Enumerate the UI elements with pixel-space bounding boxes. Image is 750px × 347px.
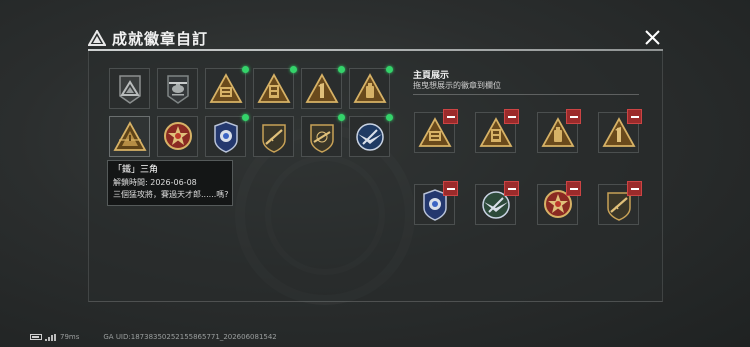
gold-number-one-triangle-badge-icon	[305, 73, 339, 103]
gold-canister-triangle-badge-icon	[353, 73, 387, 103]
red-gold-star-medal-badge-icon	[164, 122, 192, 150]
badge-gold-tower-triangle[interactable]	[253, 66, 297, 109]
remove-badge-button[interactable]	[566, 109, 581, 124]
new-indicator-dot	[386, 66, 393, 73]
showcase-slot-3[interactable]	[537, 109, 581, 153]
remove-badge-button[interactable]	[443, 109, 458, 124]
tooltip-description: 三個猛攻將，賽過天才郎......嗎?	[113, 190, 229, 199]
uid-text: GA UID:187383502521558657​71_20260608154…	[103, 333, 277, 341]
delta-logo-icon	[88, 30, 106, 46]
showcase-slot-1[interactable]	[414, 109, 458, 153]
minus-icon	[446, 115, 455, 118]
new-indicator-dot	[386, 114, 393, 121]
close-x-icon	[645, 30, 660, 45]
showcase-slot-7[interactable]	[537, 181, 581, 225]
showcase-slot-4[interactable]	[598, 109, 642, 153]
rifle-shield-crest-badge-icon	[310, 124, 334, 153]
badge-gold-supply-triangle[interactable]	[205, 66, 249, 109]
gray-triangle-badge-icon	[119, 75, 141, 104]
signal-icon	[45, 333, 56, 341]
new-indicator-dot	[338, 66, 345, 73]
remove-badge-button[interactable]	[504, 109, 519, 124]
badge-tooltip: 「鐵」三角 解鎖時間: 2026-06-08 三個猛攻將，賽過天才郎......…	[107, 160, 233, 206]
window-title: 成就徽章自訂	[112, 29, 209, 48]
new-indicator-dot	[338, 114, 345, 121]
badge-red-gold-star-medal[interactable]	[157, 116, 198, 157]
badge-gold-number-one-triangle[interactable]	[301, 66, 345, 109]
rifle-shield-badge-icon	[262, 124, 286, 153]
remove-badge-button[interactable]	[627, 109, 642, 124]
minus-icon	[630, 115, 639, 118]
showcase-slot-8[interactable]	[598, 181, 642, 225]
badge-gold-hazard-triangle[interactable]	[109, 116, 150, 157]
showcase-divider	[413, 94, 639, 95]
close-button[interactable]	[643, 28, 662, 47]
remove-badge-button[interactable]	[504, 181, 519, 196]
badge-gray-triangle[interactable]	[109, 68, 150, 109]
badge-helicopter[interactable]	[157, 68, 198, 109]
blue-wings-crest-badge-icon	[356, 123, 384, 151]
showcase-slot-6[interactable]	[475, 181, 519, 225]
showcase-slot-5[interactable]	[414, 181, 458, 225]
tooltip-unlock-time: 解鎖時間: 2026-06-08	[113, 177, 227, 189]
minus-icon	[446, 187, 455, 190]
gold-hazard-triangle-badge-icon	[113, 121, 147, 151]
showcase-slot-2[interactable]	[475, 109, 519, 153]
status-bar: 79ms GA UID:187383502521558657​71_202606…	[30, 331, 277, 343]
minus-icon	[630, 187, 639, 190]
new-indicator-dot	[242, 66, 249, 73]
new-indicator-dot	[290, 66, 297, 73]
tooltip-unlock-date: 2026-06-08	[150, 178, 197, 187]
badge-rifle-shield[interactable]	[253, 116, 294, 157]
minus-icon	[507, 187, 516, 190]
gold-tower-triangle-badge-icon	[257, 73, 291, 103]
gold-supply-triangle-badge-icon	[209, 73, 243, 103]
showcase-subtitle: 拖曳想展示的徽章到欄位	[413, 81, 501, 90]
window-title-bar: 成就徽章自訂	[88, 26, 663, 50]
minus-icon	[569, 115, 578, 118]
tooltip-unlock-label: 解鎖時間:	[113, 178, 148, 187]
remove-badge-button[interactable]	[627, 181, 642, 196]
badge-blue-wings-crest[interactable]	[349, 114, 393, 157]
remove-badge-button[interactable]	[443, 181, 458, 196]
remove-badge-button[interactable]	[566, 181, 581, 196]
new-indicator-dot	[242, 114, 249, 121]
minus-icon	[507, 115, 516, 118]
badge-gold-canister-triangle[interactable]	[349, 66, 393, 109]
helicopter-badge-icon	[167, 75, 189, 104]
minus-icon	[569, 187, 578, 190]
battery-icon	[30, 334, 42, 340]
ping-text: 79ms	[60, 333, 80, 341]
blue-police-shield-badge-icon	[214, 121, 238, 153]
tooltip-title: 「鐵」三角	[113, 165, 159, 175]
badge-rifle-shield-crest[interactable]	[301, 114, 345, 157]
badge-blue-police-shield[interactable]	[205, 114, 249, 157]
